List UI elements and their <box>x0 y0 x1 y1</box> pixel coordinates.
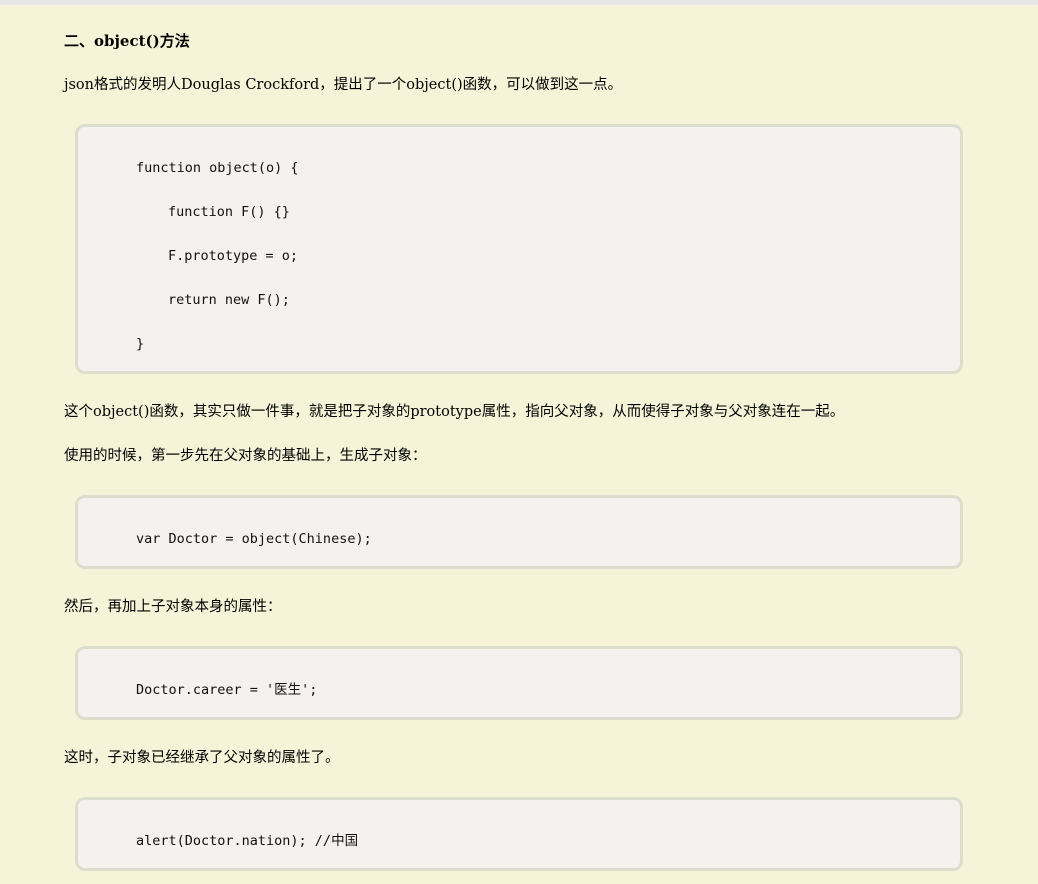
code-line: return new F(); <box>168 292 290 308</box>
code-line: } <box>136 336 145 352</box>
code-line: F.prototype = o; <box>168 248 299 264</box>
code-block: var Doctor = object(Chinese); <box>75 495 963 569</box>
paragraph: 这个object()函数，其实只做一件事，就是把子对象的prototype属性，… <box>64 404 845 420</box>
code-line: alert(Doctor.nation); //中国 <box>136 833 359 849</box>
code-block: function object(o) { function F() {} F.p… <box>75 124 963 374</box>
code-block: alert(Doctor.nation); //中国 <box>75 797 963 871</box>
paragraph: 这时，子对象已经继承了父对象的属性了。 <box>64 750 340 766</box>
section-heading: 二、object()方法 <box>64 32 190 50</box>
code-block: Doctor.career = '医生'; <box>75 646 963 720</box>
code-line: Doctor.career = '医生'; <box>136 682 318 698</box>
code-line: function F() {} <box>168 204 290 220</box>
code-line: function object(o) { <box>136 160 299 176</box>
article-page: 二、object()方法 json格式的发明人Douglas Crockford… <box>0 0 1038 884</box>
paragraph: 使用的时候，第一步先在父对象的基础上，生成子对象： <box>64 448 427 464</box>
code-line: var Doctor = object(Chinese); <box>136 531 372 547</box>
paragraph: 然后，再加上子对象本身的属性： <box>64 599 282 615</box>
paragraph: json格式的发明人Douglas Crockford，提出了一个object(… <box>64 77 623 93</box>
